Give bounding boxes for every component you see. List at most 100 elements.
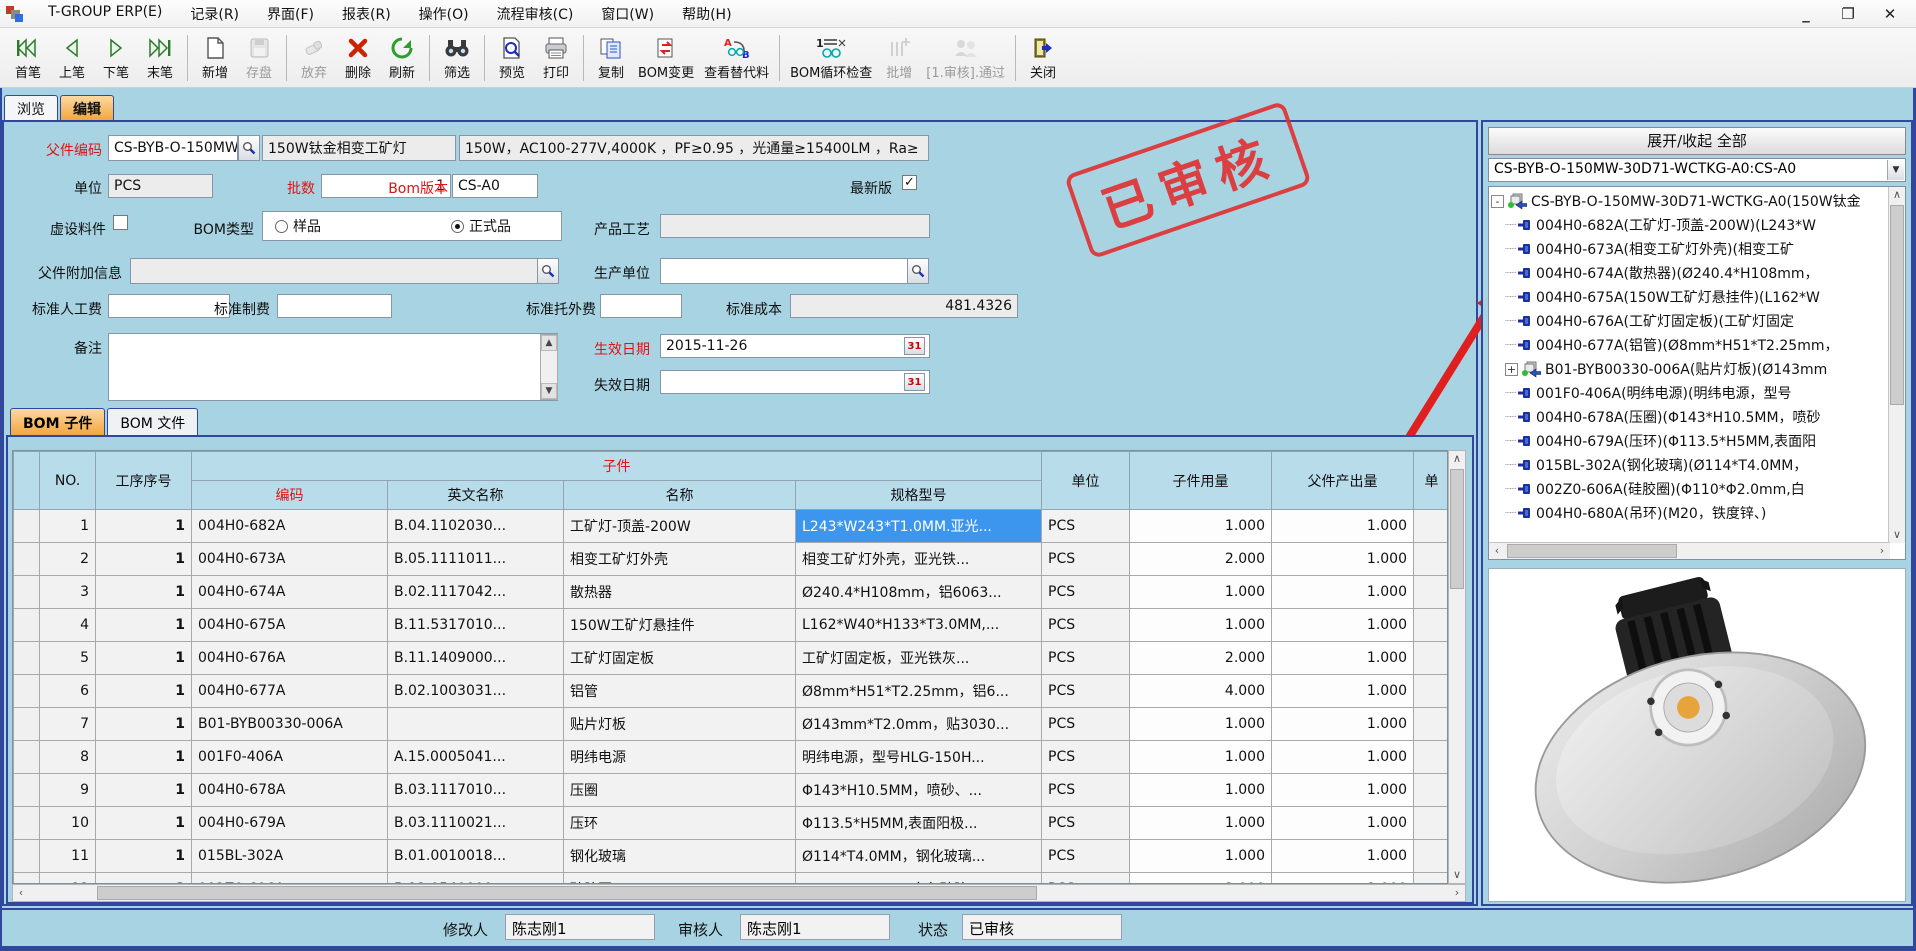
- menu-item-6[interactable]: 窗口(W): [587, 0, 668, 28]
- cell-en-name[interactable]: B.05.1111011...: [388, 543, 564, 576]
- cell-no[interactable]: 5: [40, 642, 96, 675]
- cell-code[interactable]: 004H0-676A: [192, 642, 388, 675]
- row-selector[interactable]: [14, 642, 40, 675]
- grid-scroll-left-icon[interactable]: ‹: [13, 885, 29, 901]
- bom-selector-dropdown[interactable]: CS-BYB-O-150MW-30D71-WCTKG-A0:CS-A0 ▼: [1488, 158, 1906, 182]
- cell-spec[interactable]: Φ143*H10.5MM，喷砂、...: [796, 774, 1042, 807]
- row-selector[interactable]: [14, 873, 40, 885]
- cell-en-name[interactable]: B.01.0010018...: [388, 840, 564, 873]
- toolbar-button-bom-loop[interactable]: 1 BOM循环检查: [785, 31, 877, 85]
- grid-scroll-down-icon[interactable]: ∨: [1449, 867, 1465, 883]
- tree-scroll-down-icon[interactable]: ∨: [1889, 527, 1905, 543]
- grid-vertical-scrollbar[interactable]: ∧ ∨: [1448, 450, 1466, 884]
- cell-extra[interactable]: [1414, 708, 1449, 741]
- cell-code[interactable]: B01-BYB00330-006A: [192, 708, 388, 741]
- cell-no[interactable]: 8: [40, 741, 96, 774]
- col-name[interactable]: 名称: [564, 481, 796, 510]
- std-out-input[interactable]: [600, 294, 682, 318]
- tree-item[interactable]: - CS-BYB-O-150MW-30D71-WCTKG-A0(150W钛金: [1491, 189, 1873, 213]
- scroll-down-icon[interactable]: ▼: [541, 383, 557, 399]
- restore-button[interactable]: ❐: [1838, 5, 1858, 23]
- tree-scroll-left-icon[interactable]: ‹: [1489, 543, 1505, 559]
- cell-extra[interactable]: [1414, 840, 1449, 873]
- bom-type-formal-radio[interactable]: 正式品: [451, 216, 511, 236]
- cell-out[interactable]: 1.000: [1272, 840, 1414, 873]
- cell-extra[interactable]: [1414, 543, 1449, 576]
- menu-item-2[interactable]: 界面(F): [253, 0, 328, 28]
- cell-extra[interactable]: [1414, 642, 1449, 675]
- cell-qty[interactable]: 2.000: [1130, 543, 1272, 576]
- cell-extra[interactable]: [1414, 807, 1449, 840]
- cell-name[interactable]: 贴片灯板: [564, 708, 796, 741]
- view-tab-0[interactable]: 浏览: [4, 95, 58, 121]
- tree-item[interactable]: ┈┈ 004H0-676A(工矿灯固定板)(工矿灯固定: [1491, 309, 1873, 333]
- cell-spec[interactable]: Φ113.5*H5MM,表面阳极...: [796, 807, 1042, 840]
- cell-name[interactable]: 压圈: [564, 774, 796, 807]
- menu-item-1[interactable]: 记录(R): [176, 0, 253, 28]
- cell-en-name[interactable]: [388, 708, 564, 741]
- cell-code[interactable]: 004H0-674A: [192, 576, 388, 609]
- cell-code[interactable]: 004H0-673A: [192, 543, 388, 576]
- cell-no[interactable]: 12: [40, 873, 96, 885]
- exp-date-calendar-button[interactable]: 31: [904, 373, 925, 391]
- prod-unit-input[interactable]: [660, 258, 908, 284]
- cell-code[interactable]: 004H0-675A: [192, 609, 388, 642]
- cell-code[interactable]: 001F0-406A: [192, 741, 388, 774]
- tree-horizontal-scrollbar[interactable]: ‹ ›: [1489, 542, 1890, 559]
- cell-no[interactable]: 4: [40, 609, 96, 642]
- cell-no[interactable]: 3: [40, 576, 96, 609]
- tree-item[interactable]: ┈┈ 004H0-679A(压环)(Φ113.5*H5MM,表面阳: [1491, 429, 1873, 453]
- cell-unit[interactable]: PCS: [1042, 675, 1130, 708]
- grid-scroll-up-icon[interactable]: ∧: [1449, 451, 1465, 467]
- grid-horizontal-scrollbar[interactable]: ‹ ›: [12, 884, 1466, 902]
- cell-seq[interactable]: 1: [96, 609, 192, 642]
- cell-spec[interactable]: Ø8mm*H51*T2.25mm，铝6...: [796, 675, 1042, 708]
- cell-out[interactable]: 1.000: [1272, 576, 1414, 609]
- tree-expand-icon[interactable]: +: [1505, 363, 1518, 376]
- tree-item[interactable]: + B01-BYB00330-006A(贴片灯板)(Ø143mm: [1491, 357, 1873, 381]
- cell-qty[interactable]: 1.000: [1130, 708, 1272, 741]
- cell-qty[interactable]: 1.000: [1130, 807, 1272, 840]
- bom-tab-0[interactable]: BOM 子件: [10, 408, 105, 436]
- col-seq[interactable]: 工序序号: [96, 452, 192, 510]
- col-qty[interactable]: 子件用量: [1130, 452, 1272, 510]
- dropdown-arrow-icon[interactable]: ▼: [1887, 160, 1904, 180]
- row-selector[interactable]: [14, 807, 40, 840]
- cell-extra[interactable]: [1414, 576, 1449, 609]
- cell-unit[interactable]: PCS: [1042, 708, 1130, 741]
- cell-out[interactable]: 1.000: [1272, 675, 1414, 708]
- cell-qty[interactable]: 2.000: [1130, 873, 1272, 885]
- cell-seq[interactable]: 1: [96, 873, 192, 885]
- row-selector[interactable]: [14, 609, 40, 642]
- cell-code[interactable]: 015BL-302A: [192, 840, 388, 873]
- cell-name[interactable]: 硅胶圈: [564, 873, 796, 885]
- tree-item[interactable]: ┈┈ 004H0-675A(150W工矿灯悬挂件)(L162*W: [1491, 285, 1873, 309]
- view-tab-1[interactable]: 编辑: [60, 95, 114, 121]
- grid-hscroll-thumb[interactable]: [97, 886, 1037, 900]
- menu-item-5[interactable]: 流程审核(C): [483, 0, 588, 28]
- cell-unit[interactable]: PCS: [1042, 807, 1130, 840]
- cell-en-name[interactable]: B.02.1003031...: [388, 675, 564, 708]
- cell-name[interactable]: 相变工矿灯外壳: [564, 543, 796, 576]
- cell-qty[interactable]: 1.000: [1130, 609, 1272, 642]
- col-spec[interactable]: 规格型号: [796, 481, 1042, 510]
- toolbar-button-new-doc[interactable]: 新增: [193, 31, 237, 85]
- row-selector[interactable]: [14, 708, 40, 741]
- scroll-up-icon[interactable]: ▲: [541, 335, 557, 351]
- cell-seq[interactable]: 1: [96, 807, 192, 840]
- row-selector[interactable]: [14, 576, 40, 609]
- toolbar-button-nav-last[interactable]: 末笔: [138, 31, 182, 85]
- toolbar-button-substitute[interactable]: AB 查看替代料: [699, 31, 774, 85]
- std-mfg-input[interactable]: [277, 294, 392, 318]
- tree-item[interactable]: ┈┈ 001F0-406A(明纬电源)(明纬电源，型号: [1491, 381, 1873, 405]
- cell-spec[interactable]: L162*W40*H133*T3.0MM,...: [796, 609, 1042, 642]
- tree-item[interactable]: ┈┈ 004H0-678A(压圈)(Φ143*H10.5MM，喷砂: [1491, 405, 1873, 429]
- cell-qty[interactable]: 1.000: [1130, 774, 1272, 807]
- menu-item-7[interactable]: 帮助(H): [668, 0, 745, 28]
- cell-seq[interactable]: 1: [96, 642, 192, 675]
- cell-seq[interactable]: 1: [96, 774, 192, 807]
- cell-code[interactable]: 004H0-677A: [192, 675, 388, 708]
- cell-qty[interactable]: 1.000: [1130, 840, 1272, 873]
- cell-no[interactable]: 6: [40, 675, 96, 708]
- cell-seq[interactable]: 1: [96, 576, 192, 609]
